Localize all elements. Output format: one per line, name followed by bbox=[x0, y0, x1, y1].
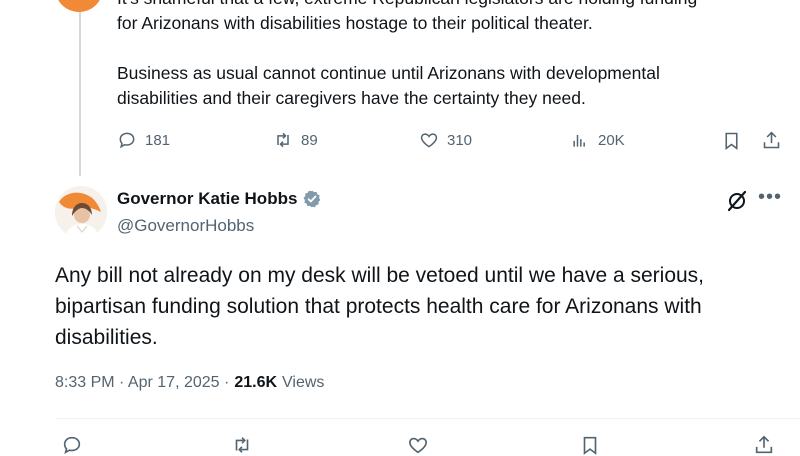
tweet-text: Any bill not already on my desk will be … bbox=[55, 264, 705, 349]
views-icon bbox=[573, 135, 585, 147]
repost-button[interactable]: 89 bbox=[273, 130, 318, 150]
more-icon[interactable]: ••• bbox=[758, 186, 782, 209]
like-count: 310 bbox=[447, 131, 473, 149]
tweet-meta: 8:33 PM · Apr 17, 2025 · 21.6K Views bbox=[55, 374, 324, 392]
previous-tweet-text: It's shameful that a few, extreme Republ… bbox=[117, 0, 797, 111]
previous-tweet-avatar[interactable] bbox=[55, 0, 103, 12]
bookmark-icon[interactable] bbox=[579, 434, 601, 456]
author-handle[interactable]: @GovernorHobbs bbox=[117, 216, 254, 236]
bookmark-button[interactable] bbox=[721, 130, 742, 151]
author-name-row[interactable]: Governor Katie Hobbs bbox=[117, 189, 322, 209]
author-avatar[interactable] bbox=[55, 186, 107, 238]
reply-count: 181 bbox=[145, 131, 171, 149]
views-count-previous: 20K bbox=[598, 131, 625, 149]
tweet-views-count: 21.6K bbox=[234, 374, 278, 391]
like-icon[interactable] bbox=[407, 434, 429, 456]
tweet-views-label: Views bbox=[282, 374, 325, 391]
main-tweet-action-bar bbox=[55, 434, 785, 456]
repost-count: 89 bbox=[301, 131, 318, 149]
like-button[interactable]: 310 bbox=[419, 130, 472, 150]
verified-icon bbox=[303, 190, 321, 208]
like-icon bbox=[420, 133, 438, 148]
share-icon bbox=[763, 131, 780, 149]
previous-tweet-para2-line-1: Business as usual cannot continue until … bbox=[117, 63, 660, 83]
reply-icon[interactable] bbox=[61, 434, 83, 456]
share-icon[interactable] bbox=[753, 434, 775, 456]
repost-icon[interactable] bbox=[231, 434, 253, 456]
thread-connector-line bbox=[79, 0, 81, 176]
divider bbox=[55, 418, 800, 419]
author-name[interactable]: Governor Katie Hobbs bbox=[117, 189, 297, 209]
reply-icon bbox=[119, 132, 135, 149]
previous-tweet-action-bar: 181 89 310 20K bbox=[117, 130, 787, 160]
bookmark-icon bbox=[725, 132, 738, 150]
grok-icon[interactable] bbox=[725, 189, 749, 213]
tweet-timestamp[interactable]: 8:33 PM · Apr 17, 2025 · bbox=[55, 374, 229, 392]
avatar-image bbox=[55, 186, 107, 238]
views-button[interactable]: 20K bbox=[570, 130, 625, 150]
reply-button[interactable]: 181 bbox=[117, 130, 170, 150]
repost-icon bbox=[277, 132, 289, 148]
previous-tweet-line-1: It's shameful that a few, extreme Republ… bbox=[117, 0, 697, 8]
share-button[interactable] bbox=[761, 130, 782, 151]
previous-tweet-para2-line-2: disabilities and their caregivers have t… bbox=[117, 88, 586, 108]
previous-tweet-line-2: for Arizonans with disabilities hostage … bbox=[117, 13, 593, 33]
